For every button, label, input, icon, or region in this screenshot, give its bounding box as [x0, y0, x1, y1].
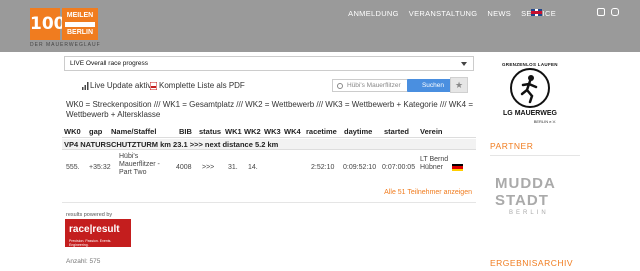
100-meilen-logo[interactable]: 100 MEILEN BERLIN DER MAUERWEGLAUF	[30, 8, 102, 48]
section-divider	[62, 202, 476, 203]
cell-wk0: 555.	[66, 164, 80, 171]
nav-news[interactable]: NEWS	[487, 9, 511, 18]
logo-tagline: DER MAUERWEGLAUF	[30, 42, 101, 48]
col-wk3[interactable]: WK3	[264, 127, 281, 136]
partner-logo-top: MUDDA	[495, 175, 556, 192]
column-legend: WK0 = Streckenposition /// WK1 = Gesamtp…	[66, 100, 473, 119]
logo-number: 100	[30, 8, 66, 40]
col-name[interactable]: Name/Staffel	[111, 127, 156, 136]
archive-heading[interactable]: ERGEBNISARCHIV	[490, 258, 573, 268]
contest-select-value: LIVE Overall race progress	[70, 60, 149, 67]
group-header-row: VP4 NATURSCHUTZTURM km 23.1 >>> next dis…	[62, 139, 476, 150]
search-icon	[337, 83, 343, 89]
pdf-icon	[150, 82, 157, 90]
table-row[interactable]: 555. +35:32 Hübi's Mauerflitzer - Part T…	[62, 152, 476, 184]
top-navigation-bar: 100 MEILEN BERLIN DER MAUERWEGLAUF ANMEL…	[0, 0, 640, 52]
col-bib[interactable]: BIB	[179, 127, 192, 136]
contest-select[interactable]: LIVE Overall race progress	[64, 56, 474, 71]
participant-count: Anzahl: 575	[66, 258, 101, 265]
cell-wk1: 31.	[228, 164, 238, 171]
uk-flag-icon[interactable]	[531, 9, 542, 16]
runner-silhouette	[520, 75, 538, 104]
partner-heading: PARTNER	[490, 141, 534, 151]
club-logo-sub: BERLIN e.V.	[533, 119, 556, 124]
facebook-icon[interactable]	[597, 8, 605, 16]
col-wk0[interactable]: WK0	[64, 127, 81, 136]
main-nav: ANMELDUNG VERANSTALTUNG NEWS SERVICE	[348, 9, 556, 18]
col-wk2[interactable]: WK2	[244, 127, 261, 136]
live-update-toggle[interactable]: Live Update aktiv	[90, 81, 151, 90]
logo-line-2: BERLIN	[66, 29, 94, 36]
cell-racetime: 2:52:10	[311, 164, 335, 171]
show-all-link[interactable]: Alle 51 Teilnehmer anzeigen	[62, 189, 472, 196]
star-icon: ★	[454, 80, 464, 90]
instagram-icon[interactable]	[611, 8, 619, 16]
logo-line-1: MEILEN	[66, 12, 94, 19]
club-logo-name: LG MAUERWEG	[503, 110, 557, 117]
wall-icon	[65, 22, 95, 27]
col-verein[interactable]: Verein	[420, 127, 443, 136]
mudda-stadt-logo[interactable]: MUDDA STADT BERLIN	[495, 175, 579, 223]
col-daytime[interactable]: daytime	[344, 127, 372, 136]
pdf-link[interactable]: Komplette Liste als PDF	[159, 81, 245, 90]
favorite-button[interactable]: ★	[450, 77, 468, 93]
race-result-logo[interactable]: race|result Precision. Passion. Events. …	[65, 219, 131, 247]
live-signal-icon	[82, 82, 89, 90]
results-toolbar: Live Update aktiv Komplette Liste als PD…	[62, 77, 476, 93]
col-started[interactable]: started	[384, 127, 409, 136]
cell-started: 0:07:00:05	[382, 164, 416, 171]
powered-by-label: results powered by	[66, 212, 113, 218]
search-placeholder: Hübi's Mauerflitzer	[347, 82, 401, 89]
cell-gap: +35:32	[89, 164, 111, 171]
lg-mauerweg-logo[interactable]: GRENZENLOS LAUFEN LG MAUERWEG BERLIN e.V…	[500, 60, 560, 126]
col-status[interactable]: status	[199, 127, 221, 136]
chevron-down-icon	[461, 62, 467, 66]
col-wk4[interactable]: WK4	[284, 127, 301, 136]
club-logo-arc: GRENZENLOS LAUFEN	[502, 62, 558, 67]
cell-daytime: 0:09:52:10	[343, 164, 377, 171]
runner-icon	[510, 68, 550, 108]
logo-text-box: MEILEN BERLIN	[62, 8, 98, 40]
table-header: WK0 gap Name/Staffel BIB status WK1 WK2 …	[62, 126, 476, 138]
cell-status: >>>	[202, 164, 215, 171]
col-gap[interactable]: gap	[89, 127, 102, 136]
partner-logo-mid: STADT	[495, 192, 549, 209]
cell-name[interactable]: Hübi's Mauerflitzer - Part Two	[119, 153, 169, 177]
col-wk1[interactable]: WK1	[225, 127, 242, 136]
germany-flag-icon	[452, 164, 463, 171]
partner-logo-bottom: BERLIN	[509, 210, 549, 216]
race-result-logo-text: race|result	[69, 224, 120, 235]
partner-divider	[490, 155, 580, 156]
nav-anmeldung[interactable]: ANMELDUNG	[348, 9, 399, 18]
cell-bib: 4008	[176, 164, 192, 171]
nav-veranstaltung[interactable]: VERANSTALTUNG	[409, 9, 478, 18]
cell-verein: LT Bernd Hübner	[420, 156, 449, 171]
col-racetime[interactable]: racetime	[306, 127, 337, 136]
cell-wk2: 14.	[248, 164, 258, 171]
race-result-tagline: Precision. Passion. Events. Engineering.	[69, 239, 112, 247]
